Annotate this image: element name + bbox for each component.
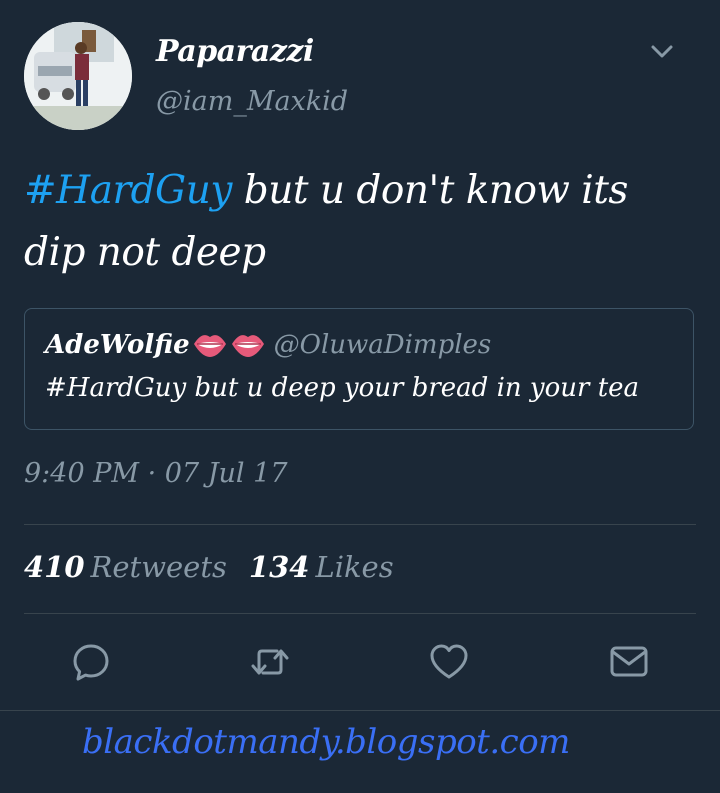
divider-top	[24, 524, 696, 525]
hashtag-link[interactable]: #HardGuy	[24, 168, 232, 213]
retweet-count[interactable]: 410	[24, 550, 85, 584]
action-bar	[0, 642, 720, 686]
envelope-icon[interactable]	[609, 642, 649, 682]
tweet-text: #HardGuy but u don't know its dip not de…	[24, 160, 694, 284]
user-handle[interactable]: @iam_Maxkid	[156, 86, 348, 117]
lips-emoji-icon	[192, 329, 266, 366]
quoted-tweet[interactable]: AdeWolfie @OluwaDimples #HardGuy but u d…	[24, 308, 694, 430]
retweet-icon[interactable]	[250, 642, 290, 682]
reply-icon[interactable]	[71, 642, 111, 682]
divider-bottom	[24, 613, 696, 614]
watermark-text: blackdotmandy.blogspot.com	[82, 722, 570, 762]
quoted-tweet-header: AdeWolfie @OluwaDimples	[45, 329, 491, 366]
chevron-down-icon[interactable]	[646, 36, 678, 66]
heart-icon[interactable]	[429, 642, 469, 682]
quoted-user-name: AdeWolfie	[45, 330, 190, 360]
tweet-timestamp: 9:40 PM · 07 Jul 17	[24, 458, 288, 489]
retweet-label[interactable]: Retweets	[91, 550, 227, 584]
quoted-user-handle: @OluwaDimples	[273, 330, 492, 360]
display-name[interactable]: Paparazzi	[156, 34, 314, 69]
like-count[interactable]: 134	[249, 550, 310, 584]
tweet-stats: 410 Retweets 134 Likes	[24, 550, 416, 584]
quoted-tweet-text: #HardGuy but u deep your bread in your t…	[45, 373, 640, 403]
section-divider	[0, 710, 720, 711]
avatar[interactable]	[24, 22, 132, 130]
like-label[interactable]: Likes	[315, 550, 393, 584]
